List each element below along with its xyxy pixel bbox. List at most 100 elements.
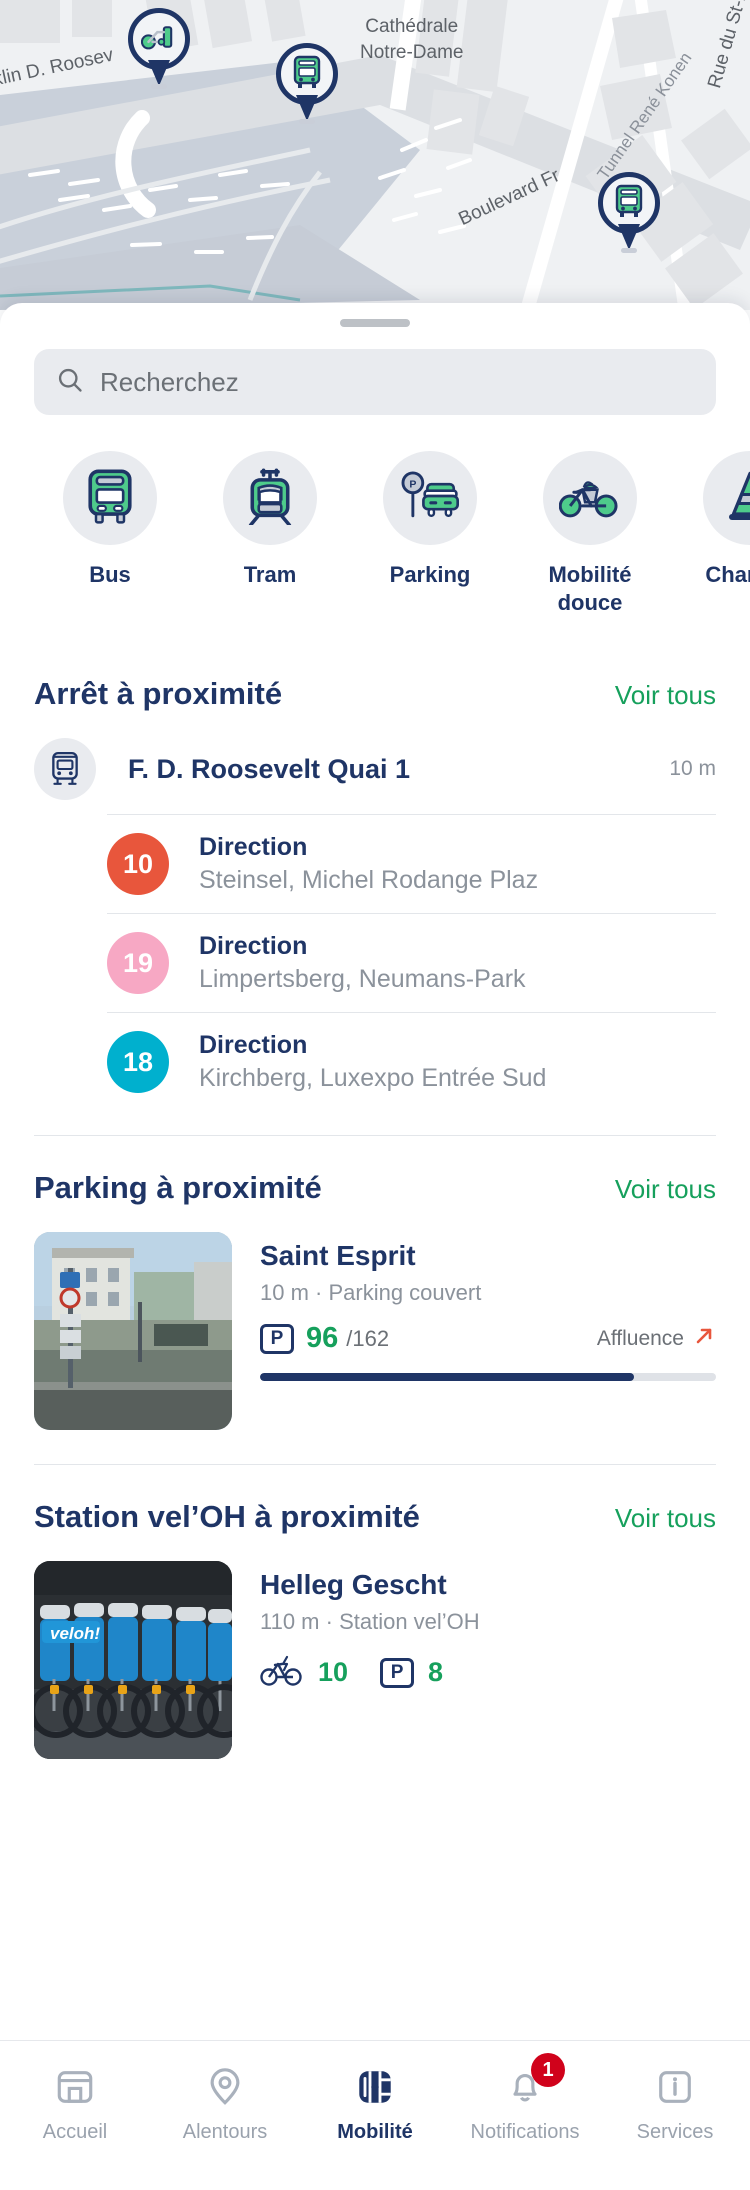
category-chantier[interactable]: Chantier	[670, 451, 750, 616]
svg-text:P: P	[409, 478, 416, 490]
line-row[interactable]: 18 Direction Kirchberg, Luxexpo Entrée S…	[107, 1012, 716, 1111]
bus-icon	[614, 184, 644, 223]
category-label: Bus	[89, 562, 131, 587]
veloh-name: Helleg Gescht	[260, 1569, 447, 1600]
veloh-availability: 10 P 8	[260, 1653, 716, 1692]
veloh-card[interactable]: veloh! Helleg Gescht 110 m · Station vel…	[0, 1561, 750, 1759]
category-mobilite-douce[interactable]: Mobilité douce	[510, 451, 670, 616]
tab-mobilite[interactable]: Mobilité	[300, 2063, 450, 2190]
category-scroller[interactable]: Bus Tram P Parking Mobilité douce Cha	[0, 415, 750, 616]
parking-free-count: 96	[306, 1322, 339, 1354]
parking-section: Parking à proximité Voir tous Saint Espr…	[0, 1170, 750, 1430]
info-icon	[600, 2063, 750, 2111]
stops-section-title: Arrêt à proximité	[34, 676, 283, 711]
parking-card[interactable]: Saint Esprit 10 m · Parking couvert P 96…	[0, 1232, 750, 1430]
bike-icon	[140, 24, 177, 55]
veloh-card-body: Helleg Gescht 110 m · Station vel’OH 10 …	[260, 1561, 716, 1759]
tab-label: Services	[636, 2121, 714, 2143]
pin-shadow-dot	[151, 84, 167, 89]
pin-tail	[148, 60, 170, 86]
veloh-dock-count: 8	[428, 1657, 444, 1687]
tab-services[interactable]: Services	[600, 2063, 750, 2190]
category-bus[interactable]: Bus	[30, 451, 190, 616]
notification-badge: 1	[531, 2053, 565, 2087]
category-icon-circle	[63, 451, 157, 545]
bicycle-icon	[558, 472, 621, 525]
map-background	[0, 0, 750, 310]
category-icon-circle	[543, 451, 637, 545]
search-section	[0, 327, 750, 415]
line-row[interactable]: 19 Direction Limpertsberg, Neumans-Park	[107, 913, 716, 1012]
category-parking[interactable]: P Parking	[350, 451, 510, 616]
category-label: Chantier	[705, 562, 750, 587]
affluence-label: Affluence	[596, 1326, 684, 1350]
line-number-badge: 10	[107, 833, 169, 895]
category-tram[interactable]: Tram	[190, 451, 350, 616]
affluence-indicator: Affluence	[597, 1324, 716, 1353]
parking-availability: P 96 /162 Affluence	[260, 1322, 716, 1355]
map-pin-icon	[150, 2063, 300, 2111]
bell-icon	[450, 2063, 600, 2111]
tram-icon	[244, 467, 296, 530]
line-destination: Kirchberg, Luxexpo Entrée Sud	[199, 1064, 547, 1092]
sheet-grabber[interactable]	[340, 319, 410, 327]
line-number-badge: 18	[107, 1031, 169, 1093]
pin-tail	[296, 95, 318, 121]
ebike-icon	[260, 1653, 304, 1692]
pin-shadow-dot	[621, 248, 637, 253]
mobility-icon	[300, 2063, 450, 2111]
parking-badge-icon: P	[260, 1323, 294, 1354]
parking-section-title: Parking à proximité	[34, 1170, 322, 1205]
category-label: Tram	[243, 562, 297, 587]
line-text: Direction Limpertsberg, Neumans-Park	[199, 932, 526, 994]
tab-accueil[interactable]: Accueil	[0, 2063, 150, 2190]
parking-section-header: Parking à proximité Voir tous	[0, 1170, 750, 1206]
category-label: Parking	[389, 562, 471, 587]
line-direction-label: Direction	[199, 1031, 308, 1059]
search-box[interactable]	[34, 349, 716, 415]
line-direction-label: Direction	[199, 932, 308, 960]
stops-see-all-link[interactable]: Voir tous	[615, 680, 716, 711]
veloh-section: Station vel’OH à proximité Voir tous vel…	[0, 1499, 750, 1759]
parking-name: Saint Esprit	[260, 1240, 416, 1271]
parking-see-all-link[interactable]: Voir tous	[615, 1174, 716, 1205]
parking-car-icon: P	[401, 470, 459, 527]
parking-capacity: /162	[346, 1325, 390, 1351]
pin-tail	[618, 224, 640, 250]
search-icon	[56, 366, 84, 399]
stop-row[interactable]: F. D. Roosevelt Quai 1 10 m	[0, 738, 750, 800]
map-pin-bus[interactable]	[276, 43, 338, 124]
pin-shadow-dot	[299, 119, 315, 124]
stops-section: Arrêt à proximité Voir tous F. D. Roosev…	[0, 676, 750, 1111]
category-icon-circle	[703, 451, 750, 545]
stop-lines-list: 10 Direction Steinsel, Michel Rodange Pl…	[107, 814, 716, 1111]
line-text: Direction Kirchberg, Luxexpo Entrée Sud	[199, 1031, 546, 1093]
map-pin-bike[interactable]	[128, 8, 190, 89]
map-view[interactable]: klin D. Roosev Cathédrale Notre-Dame Boul…	[0, 0, 750, 310]
svg-text:veloh!: veloh!	[50, 1624, 100, 1643]
bus-stop-icon	[34, 738, 96, 800]
map-pin-bus-2[interactable]	[598, 172, 660, 253]
line-text: Direction Steinsel, Michel Rodange Plaz	[199, 833, 538, 895]
home-icon	[0, 2063, 150, 2111]
tab-label: Alentours	[182, 2121, 268, 2143]
parking-subtitle: 10 m · Parking couvert	[260, 1280, 482, 1305]
app-screen: klin D. Roosev Cathédrale Notre-Dame Boul…	[0, 0, 750, 2190]
bottom-tab-bar: Accueil Alentours Mobilité 1 Notificatio…	[0, 2040, 750, 2190]
veloh-see-all-link[interactable]: Voir tous	[615, 1503, 716, 1534]
tab-notifications[interactable]: 1 Notifications	[450, 2053, 600, 2190]
tab-label: Notifications	[470, 2121, 580, 2143]
parking-photo	[34, 1232, 232, 1430]
line-row[interactable]: 10 Direction Steinsel, Michel Rodange Pl…	[107, 814, 716, 913]
section-divider	[34, 1464, 716, 1465]
parking-badge-icon: P	[380, 1657, 415, 1688]
parking-occupancy-bar	[260, 1373, 716, 1381]
line-destination: Limpertsberg, Neumans-Park	[199, 965, 526, 993]
line-destination: Steinsel, Michel Rodange Plaz	[199, 866, 539, 894]
search-input[interactable]	[100, 366, 694, 398]
category-label: Mobilité douce	[548, 562, 632, 615]
category-icon-circle: P	[383, 451, 477, 545]
bus-icon	[292, 55, 322, 94]
line-number-badge: 19	[107, 932, 169, 994]
tab-alentours[interactable]: Alentours	[150, 2063, 300, 2190]
